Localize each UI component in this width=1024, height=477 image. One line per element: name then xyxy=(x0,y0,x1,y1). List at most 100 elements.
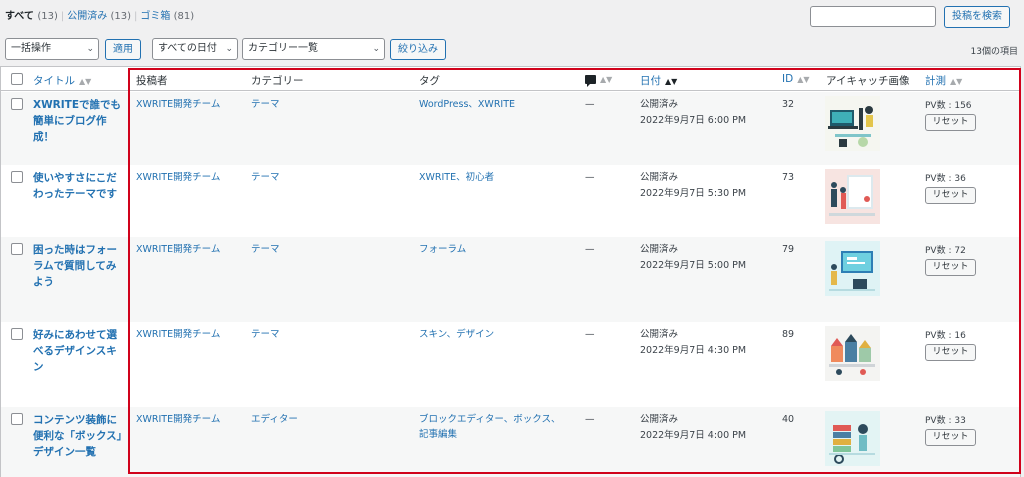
column-categories: カテゴリー xyxy=(251,75,304,87)
tags-link[interactable]: スキン、デザイン xyxy=(419,327,494,342)
row-checkbox[interactable] xyxy=(11,328,23,340)
author-link[interactable]: XWRITE開発チーム xyxy=(136,97,220,112)
date-filter-select[interactable]: すべての日付 ⌄ xyxy=(152,38,238,60)
row-checkbox[interactable] xyxy=(11,171,23,183)
comment-count: — xyxy=(585,414,595,425)
author-link[interactable]: XWRITE開発チーム xyxy=(136,327,220,342)
pv-count: PV数 : 156 xyxy=(925,101,972,111)
author-link[interactable]: XWRITE開発チーム xyxy=(136,242,220,257)
chevron-down-icon: ⌄ xyxy=(372,44,380,54)
thumbnail-image xyxy=(825,96,880,151)
tags-link[interactable]: XWRITE、初心者 xyxy=(419,170,494,185)
table-row: 好みにあわせて選べるデザインスキン XWRITE開発チーム テーマ スキン、デザ… xyxy=(1,322,1020,407)
pv-count: PV数 : 16 xyxy=(925,331,966,341)
chevron-down-icon: ⌄ xyxy=(86,44,94,54)
post-id: 79 xyxy=(782,244,795,255)
author-link[interactable]: XWRITE開発チーム xyxy=(136,412,220,427)
sort-icon: ▲▼ xyxy=(600,75,613,84)
tags-link[interactable]: フォーラム xyxy=(419,242,466,257)
sort-icon: ▲▼ xyxy=(79,77,92,86)
column-comments[interactable]: ▲▼ xyxy=(585,73,613,87)
bulk-action-select[interactable]: 一括操作 ⌄ xyxy=(5,38,99,60)
table-row: XWRITEで誰でも簡単にブログ作成！ XWRITE開発チーム テーマ Word… xyxy=(1,92,1020,165)
column-tags: タグ xyxy=(419,75,440,87)
pv-count: PV数 : 72 xyxy=(925,246,966,256)
post-id: 40 xyxy=(782,414,795,425)
table-row: 使いやすさにこだわったテーマです XWRITE開発チーム テーマ XWRITE、… xyxy=(1,165,1020,237)
filter-all[interactable]: すべて (13) xyxy=(5,11,58,22)
post-title-link[interactable]: 好みにあわせて選べるデザインスキン xyxy=(33,327,123,375)
pv-count: PV数 : 36 xyxy=(925,174,966,184)
sort-icon: ▲▼ xyxy=(797,75,810,84)
reset-button[interactable]: リセット xyxy=(925,259,976,276)
category-link[interactable]: テーマ xyxy=(251,242,280,257)
row-checkbox[interactable] xyxy=(11,243,23,255)
thumbnail-image xyxy=(825,411,880,466)
post-date: 2022年9月7日 5:00 PM xyxy=(640,260,747,271)
post-status: 公開済み xyxy=(640,244,679,255)
search-input[interactable] xyxy=(810,6,936,27)
comment-count: — xyxy=(585,172,595,183)
post-date: 2022年9月7日 5:30 PM xyxy=(640,188,747,199)
table-header: タイトル ▲▼ 投稿者 カテゴリー タグ ▲▼ 日付 ▲▼ ID ▲▼ アイキャッチ画… xyxy=(1,67,1020,91)
category-link[interactable]: テーマ xyxy=(251,97,280,112)
tags-link[interactable]: ブロックエディター、ボックス、記事編集 xyxy=(419,412,569,442)
post-title-link[interactable]: 使いやすさにこだわったテーマです xyxy=(33,170,123,202)
post-status: 公開済み xyxy=(640,172,679,183)
table-row: コンテンツ装飾に便利な「ボックス」デザイン一覧 XWRITE開発チーム エディタ… xyxy=(1,407,1020,477)
author-link[interactable]: XWRITE開発チーム xyxy=(136,170,220,185)
post-title-link[interactable]: 困った時はフォーラムで質問してみよう xyxy=(33,242,123,290)
apply-button[interactable]: 適用 xyxy=(105,38,141,60)
items-count: 13個の項目 xyxy=(970,47,1018,57)
filter-trash[interactable]: ゴミ箱 (81) xyxy=(140,11,194,22)
tags-link[interactable]: WordPress、XWRITE xyxy=(419,97,515,112)
row-checkbox[interactable] xyxy=(11,413,23,425)
date-filter-value: すべての日付 xyxy=(158,43,217,54)
comment-count: — xyxy=(585,99,595,110)
category-link[interactable]: テーマ xyxy=(251,170,280,185)
column-title[interactable]: タイトル ▲▼ xyxy=(33,73,91,88)
pv-count: PV数 : 33 xyxy=(925,416,966,426)
post-title-link[interactable]: コンテンツ装飾に便利な「ボックス」デザイン一覧 xyxy=(33,412,123,460)
reset-button[interactable]: リセット xyxy=(925,344,976,361)
search-box: 投稿を検索 xyxy=(810,6,1010,28)
select-all-checkbox[interactable] xyxy=(11,73,23,85)
post-status: 公開済み xyxy=(640,414,679,425)
row-checkbox[interactable] xyxy=(11,98,23,110)
category-link[interactable]: エディター xyxy=(251,412,298,427)
post-date: 2022年9月7日 6:00 PM xyxy=(640,115,747,126)
post-date: 2022年9月7日 4:30 PM xyxy=(640,345,747,356)
sort-desc-icon: ▲▼ xyxy=(665,77,678,86)
status-filter-links: すべて (13) | 公開済み (13) | ゴミ箱 (81) xyxy=(5,11,195,22)
category-filter-select[interactable]: カテゴリー一覧 ⌄ xyxy=(242,38,385,60)
column-pv[interactable]: 計測 ▲▼ xyxy=(925,73,962,88)
sort-icon: ▲▼ xyxy=(950,77,963,86)
thumbnail-image xyxy=(825,241,880,296)
post-status: 公開済み xyxy=(640,329,679,340)
reset-button[interactable]: リセット xyxy=(925,187,976,204)
column-author: 投稿者 xyxy=(136,75,168,87)
comment-count: — xyxy=(585,329,595,340)
search-posts-button[interactable]: 投稿を検索 xyxy=(944,6,1010,28)
comment-count: — xyxy=(585,244,595,255)
thumbnail-image xyxy=(825,326,880,381)
post-id: 73 xyxy=(782,172,795,183)
post-id: 89 xyxy=(782,329,795,340)
column-id[interactable]: ID ▲▼ xyxy=(782,73,810,85)
filter-button[interactable]: 絞り込み xyxy=(390,38,446,60)
column-thumbnail: アイキャッチ画像 xyxy=(826,75,910,87)
category-link[interactable]: テーマ xyxy=(251,327,280,342)
reset-button[interactable]: リセット xyxy=(925,114,976,131)
thumbnail-image xyxy=(825,169,880,224)
table-row: 困った時はフォーラムで質問してみよう XWRITE開発チーム テーマ フォーラム… xyxy=(1,237,1020,322)
filter-published[interactable]: 公開済み (13) xyxy=(67,11,131,22)
category-filter-value: カテゴリー一覧 xyxy=(248,43,318,54)
posts-table: タイトル ▲▼ 投稿者 カテゴリー タグ ▲▼ 日付 ▲▼ ID ▲▼ アイキャッチ画… xyxy=(0,66,1021,477)
post-date: 2022年9月7日 4:00 PM xyxy=(640,430,747,441)
tablenav-top: 一括操作 ⌄ 適用 すべての日付 ⌄ カテゴリー一覧 ⌄ 絞り込み xyxy=(5,38,446,60)
reset-button[interactable]: リセット xyxy=(925,429,976,446)
post-id: 32 xyxy=(782,99,795,110)
column-date[interactable]: 日付 ▲▼ xyxy=(640,73,677,88)
post-status: 公開済み xyxy=(640,99,679,110)
post-title-link[interactable]: XWRITEで誰でも簡単にブログ作成！ xyxy=(33,97,123,145)
